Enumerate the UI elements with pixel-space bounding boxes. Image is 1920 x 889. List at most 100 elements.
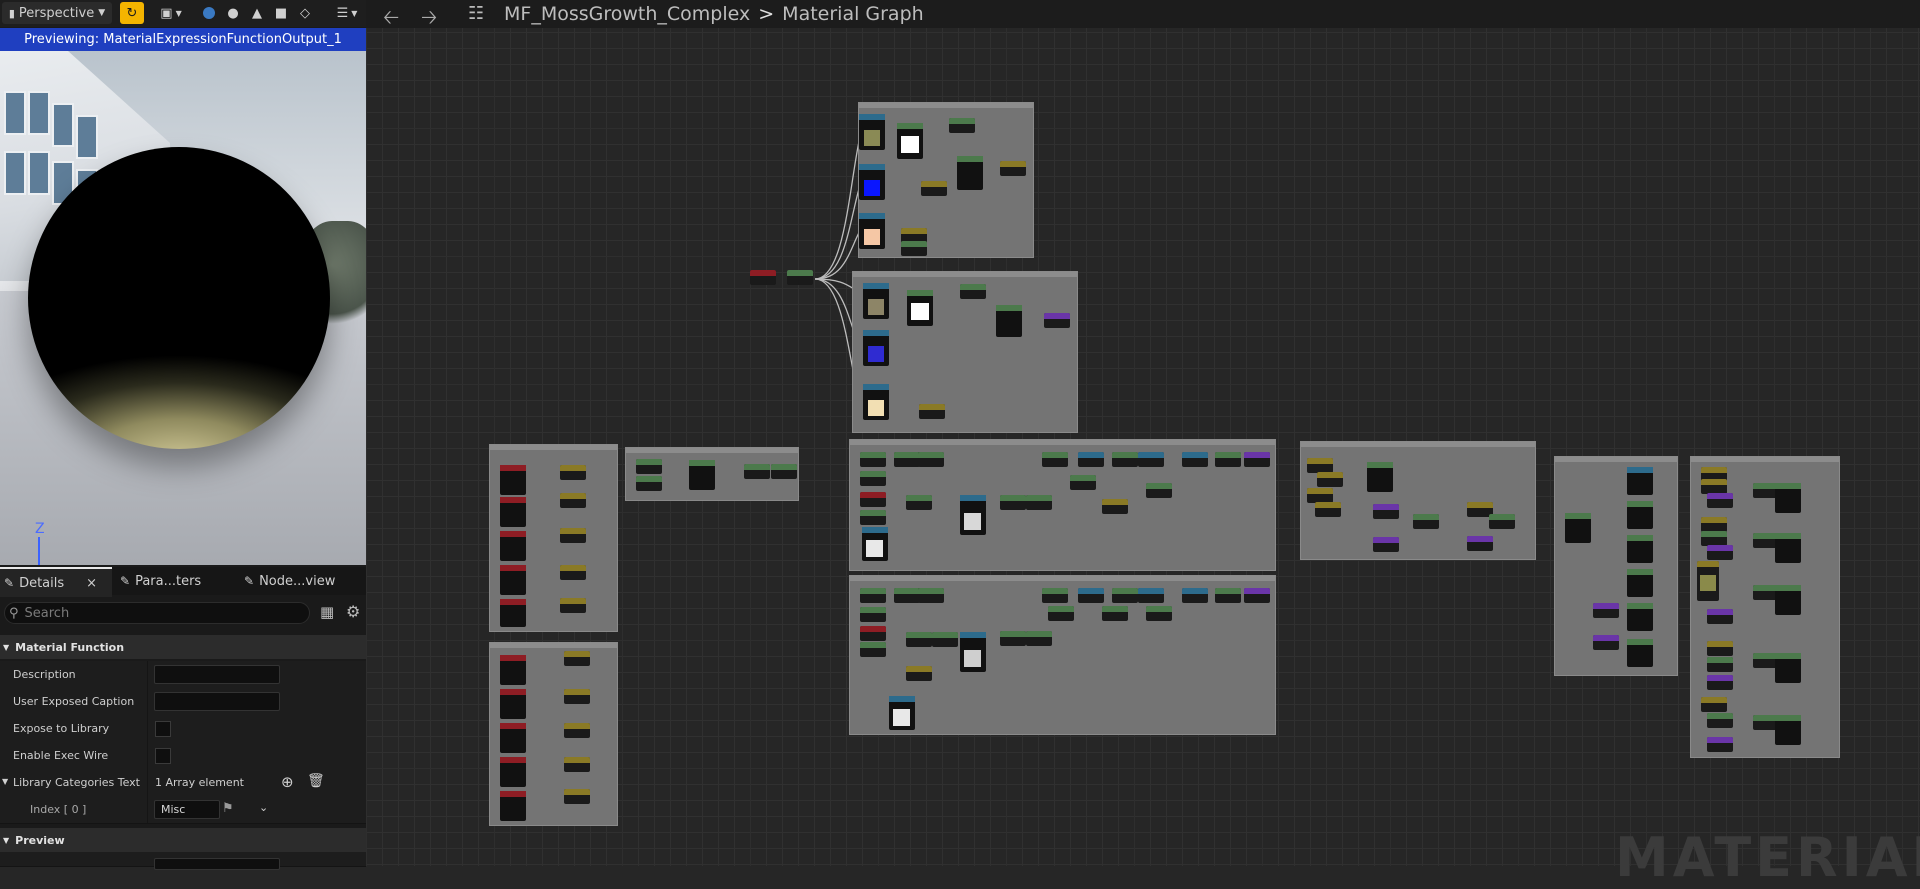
graph-node[interactable] [1593, 603, 1619, 618]
show-dropdown[interactable]: ▣ ▼ [154, 2, 188, 24]
preview-viewport[interactable]: Z X [0, 51, 366, 565]
comment-box[interactable] [858, 102, 1034, 258]
comment-box[interactable] [489, 642, 618, 826]
graph-node[interactable] [1042, 588, 1068, 603]
graph-node[interactable] [500, 689, 526, 719]
comment-box[interactable] [849, 439, 1276, 571]
graph-node[interactable] [1000, 161, 1026, 176]
add-element-icon[interactable]: ⊕ [281, 773, 294, 791]
texture-sample-node[interactable] [960, 632, 986, 672]
texture-sample-node[interactable] [859, 164, 885, 200]
comment-box[interactable] [849, 575, 1276, 735]
graph-node[interactable] [1078, 452, 1104, 467]
graph-node[interactable] [1042, 452, 1068, 467]
graph-node[interactable] [1070, 475, 1096, 490]
graph-node[interactable] [500, 791, 526, 821]
texture-sample-node[interactable] [960, 495, 986, 535]
realtime-toggle-button[interactable]: ↻ [120, 2, 144, 24]
graph-node[interactable] [1317, 472, 1343, 487]
graph-node[interactable] [919, 404, 945, 419]
graph-node[interactable] [1489, 514, 1515, 529]
graph-node[interactable] [1146, 483, 1172, 498]
constant-node[interactable] [907, 290, 933, 326]
graph-node[interactable] [1373, 504, 1399, 519]
constant-node[interactable] [897, 123, 923, 159]
graph-node[interactable] [860, 452, 886, 467]
graph-node[interactable] [500, 757, 526, 787]
graph-node[interactable] [1048, 606, 1074, 621]
graph-node[interactable] [1775, 533, 1801, 563]
graph-node[interactable] [906, 666, 932, 681]
graph-node[interactable] [906, 495, 932, 510]
back-arrow-icon[interactable]: 🡠 [383, 3, 399, 37]
graph-node[interactable] [1307, 458, 1333, 473]
graph-node[interactable] [932, 632, 958, 647]
graph-node[interactable] [1215, 588, 1241, 603]
comment-box[interactable] [852, 271, 1078, 433]
forward-arrow-icon[interactable]: 🡢 [421, 3, 437, 37]
graph-node[interactable] [1565, 513, 1591, 543]
tab-node-preview[interactable]: ✎ Node...view [244, 567, 366, 595]
table-view-icon[interactable]: ▦ [320, 603, 334, 621]
preview-mesh-button[interactable]: ◇ [294, 2, 316, 24]
preview-section-header[interactable]: ▼ Preview [0, 828, 366, 852]
graph-node[interactable] [1026, 631, 1052, 646]
texture-sample-node[interactable] [863, 384, 889, 420]
graph-node[interactable] [901, 241, 927, 256]
graph-node[interactable] [1707, 675, 1733, 690]
graph-node[interactable] [1707, 609, 1733, 624]
graph-node[interactable] [689, 460, 715, 490]
graph-node[interactable] [1307, 488, 1333, 503]
graph-node[interactable] [1215, 452, 1241, 467]
graph-node[interactable] [500, 565, 526, 595]
graph-node[interactable] [1707, 493, 1733, 508]
graph-node[interactable] [1182, 588, 1208, 603]
search-input[interactable]: ⚲ Search [4, 602, 310, 624]
close-icon[interactable]: × [86, 576, 97, 591]
graph-node[interactable] [564, 723, 590, 738]
settings-gear-icon[interactable]: ⚙ [346, 602, 360, 621]
material-function-section-header[interactable]: ▼ Material Function [0, 635, 366, 659]
graph-node[interactable] [560, 528, 586, 543]
graph-node[interactable] [1467, 536, 1493, 551]
graph-node[interactable] [1000, 631, 1026, 646]
tab-parameters[interactable]: ✎ Para...ters [120, 567, 230, 595]
graph-node[interactable] [1627, 569, 1653, 597]
texture-sample-node[interactable] [863, 330, 889, 366]
breadcrumb-asset[interactable]: MF_MossGrowth_Complex [504, 3, 750, 25]
comment-box[interactable] [1300, 441, 1536, 560]
graph-node[interactable] [1413, 514, 1439, 529]
graph-node[interactable] [1701, 517, 1727, 532]
graph-node[interactable] [1078, 588, 1104, 603]
graph-node[interactable] [1102, 499, 1128, 514]
graph-node[interactable] [1775, 483, 1801, 513]
graph-node[interactable] [1775, 585, 1801, 615]
graph-node[interactable] [787, 270, 813, 285]
texture-sample-node[interactable] [859, 114, 885, 150]
graph-node[interactable] [1044, 313, 1070, 328]
breadcrumb-graph[interactable]: Material Graph [782, 3, 924, 25]
graph-node[interactable] [1775, 653, 1801, 683]
preview-blend-field[interactable] [154, 858, 280, 870]
texture-sample-node[interactable] [862, 527, 888, 561]
graph-node[interactable] [860, 588, 886, 603]
graph-node[interactable] [560, 493, 586, 508]
graph-node[interactable] [1707, 713, 1733, 728]
graph-node[interactable] [1697, 561, 1719, 601]
graph-node[interactable] [1315, 502, 1341, 517]
graph-node[interactable] [1112, 452, 1138, 467]
chevron-down-icon[interactable]: ⌄ [259, 801, 268, 814]
graph-node[interactable] [636, 476, 662, 491]
graph-node[interactable] [1367, 462, 1393, 492]
graph-node[interactable] [1146, 606, 1172, 621]
graph-node[interactable] [957, 156, 983, 190]
graph-node[interactable] [860, 626, 886, 641]
graph-node[interactable] [1701, 479, 1727, 494]
graph-node[interactable] [894, 452, 920, 467]
graph-node[interactable] [1026, 495, 1052, 510]
graph-node[interactable] [564, 689, 590, 704]
comment-box[interactable] [1554, 456, 1678, 676]
flag-icon[interactable]: ⚑ [222, 801, 234, 816]
graph-node[interactable] [1182, 452, 1208, 467]
graph-node[interactable] [949, 118, 975, 133]
